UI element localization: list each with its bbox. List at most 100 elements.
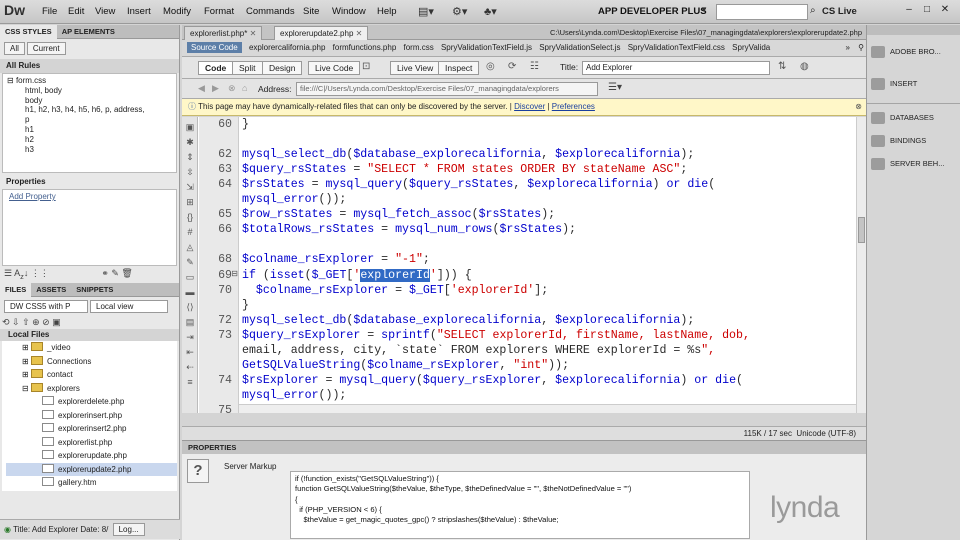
file-row-video[interactable]: ⊞ _video xyxy=(6,341,177,355)
select-parent-tag-icon[interactable]: ⊞ xyxy=(184,197,196,207)
format-source-icon[interactable]: ≡ xyxy=(184,377,196,387)
menu-commands[interactable]: Commands xyxy=(246,6,295,17)
syntax-error-icon[interactable]: ✎ xyxy=(184,257,196,267)
related-file[interactable]: SpryValidationTextField.js xyxy=(441,43,532,52)
scrollbar-thumb[interactable] xyxy=(858,217,865,243)
inspect-button[interactable]: Inspect xyxy=(438,61,480,75)
code-editor[interactable]: } mysql_select_db($database_explorecalifo… xyxy=(240,117,856,413)
close-button[interactable]: ✕ xyxy=(936,4,954,15)
discover-link[interactable]: Discover xyxy=(514,102,545,111)
check-icon[interactable]: ☷ xyxy=(530,61,539,72)
file-row-explorerlist[interactable]: explorerlist.php xyxy=(6,436,177,450)
horizontal-scrollbar[interactable] xyxy=(239,404,856,413)
related-file[interactable]: SpryValida xyxy=(732,43,770,52)
panel-adobe-browserlab[interactable]: ADOBE BRO... xyxy=(871,43,959,61)
code-line[interactable]: } xyxy=(242,299,249,312)
file-row-gallery[interactable]: gallery.htm xyxy=(6,476,177,490)
code-line[interactable]: mysql_select_db($database_explorecalifor… xyxy=(242,314,694,327)
code-line[interactable]: mysql_select_db($database_explorecalifor… xyxy=(242,148,694,161)
tab-ap-elements[interactable]: AP ELEMENTS xyxy=(57,25,120,39)
site-select[interactable]: DW CSS5 with P xyxy=(4,300,88,313)
highlight-invalid-icon[interactable]: ◬ xyxy=(184,242,196,252)
related-source-code[interactable]: Source Code xyxy=(187,42,242,53)
code-view-button[interactable]: Code xyxy=(198,61,234,75)
all-button[interactable]: All xyxy=(4,42,25,55)
help-search-input[interactable] xyxy=(716,4,808,20)
log-button[interactable]: Log... xyxy=(112,523,145,536)
code-line[interactable]: } xyxy=(242,118,249,131)
file-management-icon[interactable]: ⇅ xyxy=(778,61,786,72)
balance-braces-icon[interactable]: {} xyxy=(184,212,196,222)
menu-edit[interactable]: Edit xyxy=(68,6,84,17)
wrap-tag-icon[interactable]: ⟨⟩ xyxy=(184,302,196,312)
file-row-explorers[interactable]: ⊟ explorers xyxy=(6,382,177,396)
add-property-link[interactable]: Add Property xyxy=(2,189,177,266)
tab-files[interactable]: FILES xyxy=(0,283,32,297)
panel-insert[interactable]: INSERT xyxy=(871,75,959,93)
globe-icon[interactable]: ◎ xyxy=(486,61,495,72)
extend-gear-icon[interactable]: ⚙▾ xyxy=(452,5,467,18)
expand-all-icon[interactable]: ⇲ xyxy=(184,182,196,192)
design-view-button[interactable]: Design xyxy=(262,61,303,75)
filter-icon[interactable]: ⚲ xyxy=(858,43,864,52)
tab-assets[interactable]: ASSETS xyxy=(31,283,71,297)
related-file[interactable]: SpryValidationTextField.css xyxy=(628,43,725,52)
related-file[interactable]: explorercalifornia.php xyxy=(249,43,326,52)
file-row-connections[interactable]: ⊞ Connections xyxy=(6,355,177,369)
css-rule[interactable]: p xyxy=(7,115,172,125)
code-line[interactable]: mysql_error()); xyxy=(242,193,346,206)
cs-live-button[interactable]: CS Live xyxy=(822,6,857,17)
css-rule[interactable]: h1 xyxy=(7,125,172,135)
code-line[interactable]: if (isset($_GET['explorerId'])) { xyxy=(242,268,472,282)
layout-icon[interactable]: ▤▾ xyxy=(418,5,434,18)
preferences-link[interactable]: Preferences xyxy=(552,102,595,111)
live-view-button[interactable]: Live View xyxy=(390,61,441,75)
remove-comment-icon[interactable]: ▬ xyxy=(184,287,196,297)
menu-modify[interactable]: Modify xyxy=(163,6,191,17)
recent-snippets-icon[interactable]: ▤ xyxy=(184,317,196,327)
server-markup-code[interactable]: if (!function_exists("GetSQLValueString"… xyxy=(290,471,750,539)
css-rule[interactable]: h2 xyxy=(7,135,172,145)
related-file[interactable]: formfunctions.php xyxy=(333,43,397,52)
code-line[interactable]: email, address, city, `state` FROM explo… xyxy=(242,344,715,357)
forward-icon[interactable]: ▶ xyxy=(212,83,219,94)
panel-bindings[interactable]: BINDINGS xyxy=(871,132,959,150)
minimize-button[interactable]: – xyxy=(900,4,918,15)
collapse-tag-icon[interactable]: ⇕ xyxy=(184,152,196,162)
file-row-explorerinsert[interactable]: explorerinsert.php xyxy=(6,409,177,423)
code-line[interactable]: $rsStates = mysql_query($query_rsStates,… xyxy=(242,178,715,191)
more-files-icon[interactable]: » xyxy=(846,43,850,52)
refresh-icon[interactable]: ⟳ xyxy=(508,61,516,72)
workspace-switcher[interactable]: APP DEVELOPER PLUS xyxy=(598,6,707,17)
current-button[interactable]: Current xyxy=(26,42,66,55)
dock-grip[interactable] xyxy=(867,25,960,35)
css-rule[interactable]: html, body xyxy=(7,86,172,96)
outdent-icon[interactable]: ⇠ xyxy=(184,362,196,372)
menu-file[interactable]: File xyxy=(42,6,57,17)
stop-icon[interactable]: ⊗ xyxy=(228,83,236,94)
title-input[interactable]: Add Explorer xyxy=(582,61,770,75)
css-rule[interactable]: h1, h2, h3, h4, h5, h6, p, address, xyxy=(7,105,172,115)
panel-databases[interactable]: DATABASES xyxy=(871,109,959,127)
line-numbers-icon[interactable]: # xyxy=(184,227,196,237)
tab-explorerupdate2[interactable]: explorerupdate2.php ✕ xyxy=(274,26,369,40)
file-row-explorerdelete[interactable]: explorerdelete.php xyxy=(6,395,177,409)
tab-css-styles[interactable]: CSS STYLES xyxy=(0,25,57,39)
code-line[interactable]: $query_rsStates = "SELECT * FROM states … xyxy=(242,163,687,176)
code-view[interactable]: ▣ ✱ ⇕ ⇳ ⇲ ⊞ {} # ◬ ✎ ▭ ▬ ⟨⟩ ▤ ⇥ ⇤ ⇠ ≡ 60… xyxy=(182,117,866,417)
file-row-explorerupdate2[interactable]: explorerupdate2.php xyxy=(6,462,177,476)
live-code-button[interactable]: Live Code xyxy=(308,61,361,75)
open-documents-icon[interactable]: ▣ xyxy=(184,122,196,132)
home-icon[interactable]: ⌂ xyxy=(242,83,247,93)
menu-insert[interactable]: Insert xyxy=(127,6,151,17)
tab-snippets[interactable]: SNIPPETS xyxy=(71,283,118,297)
search-icon[interactable]: ⌕ xyxy=(810,5,816,16)
browse-options-icon[interactable]: ☰▾ xyxy=(608,82,622,93)
code-line[interactable]: $row_rsStates = mysql_fetch_assoc($rsSta… xyxy=(242,208,555,221)
file-row-contact[interactable]: ⊞ contact xyxy=(6,368,177,382)
vertical-scrollbar[interactable] xyxy=(856,117,866,413)
css-file-node[interactable]: ⊟ form.css xyxy=(7,76,172,86)
menu-window[interactable]: Window xyxy=(332,6,366,17)
related-file[interactable]: SpryValidationSelect.js xyxy=(539,43,620,52)
menu-view[interactable]: View xyxy=(95,6,115,17)
